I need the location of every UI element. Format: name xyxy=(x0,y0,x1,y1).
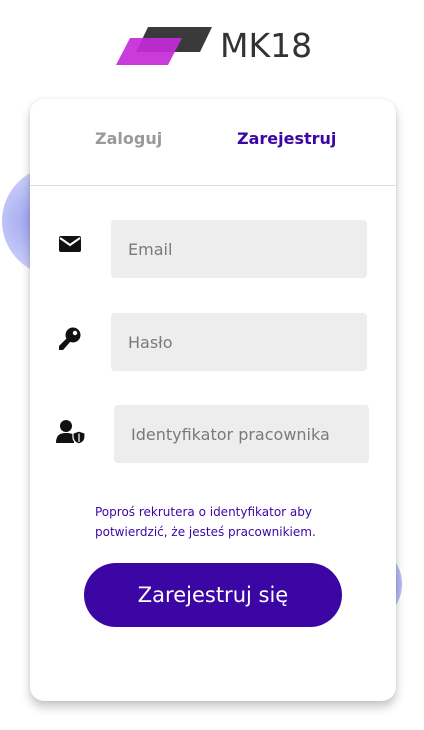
auth-card: Zaloguj Zarejestruj Email Identyfikator … xyxy=(30,99,396,701)
register-button[interactable]: Zarejestruj się xyxy=(84,563,342,627)
user-shield-icon xyxy=(56,419,86,445)
logo-text: MK18 xyxy=(220,26,313,65)
auth-tabs: Zaloguj Zarejestruj xyxy=(30,99,396,186)
logo: MK18 xyxy=(116,24,316,68)
email-field[interactable] xyxy=(111,220,367,278)
tab-login[interactable]: Zaloguj xyxy=(95,129,162,148)
employee-id-field[interactable] xyxy=(114,405,369,463)
employee-id-hint: Poproś rekrutera o identyfikator aby pot… xyxy=(95,505,316,539)
logo-mark-icon xyxy=(116,27,212,65)
key-icon xyxy=(58,326,84,352)
register-page: MK18 Zaloguj Zarejestruj Email Identyfik… xyxy=(0,0,424,730)
tab-register[interactable]: Zarejestruj xyxy=(237,129,336,148)
envelope-icon xyxy=(58,234,84,260)
password-field[interactable] xyxy=(111,313,367,371)
